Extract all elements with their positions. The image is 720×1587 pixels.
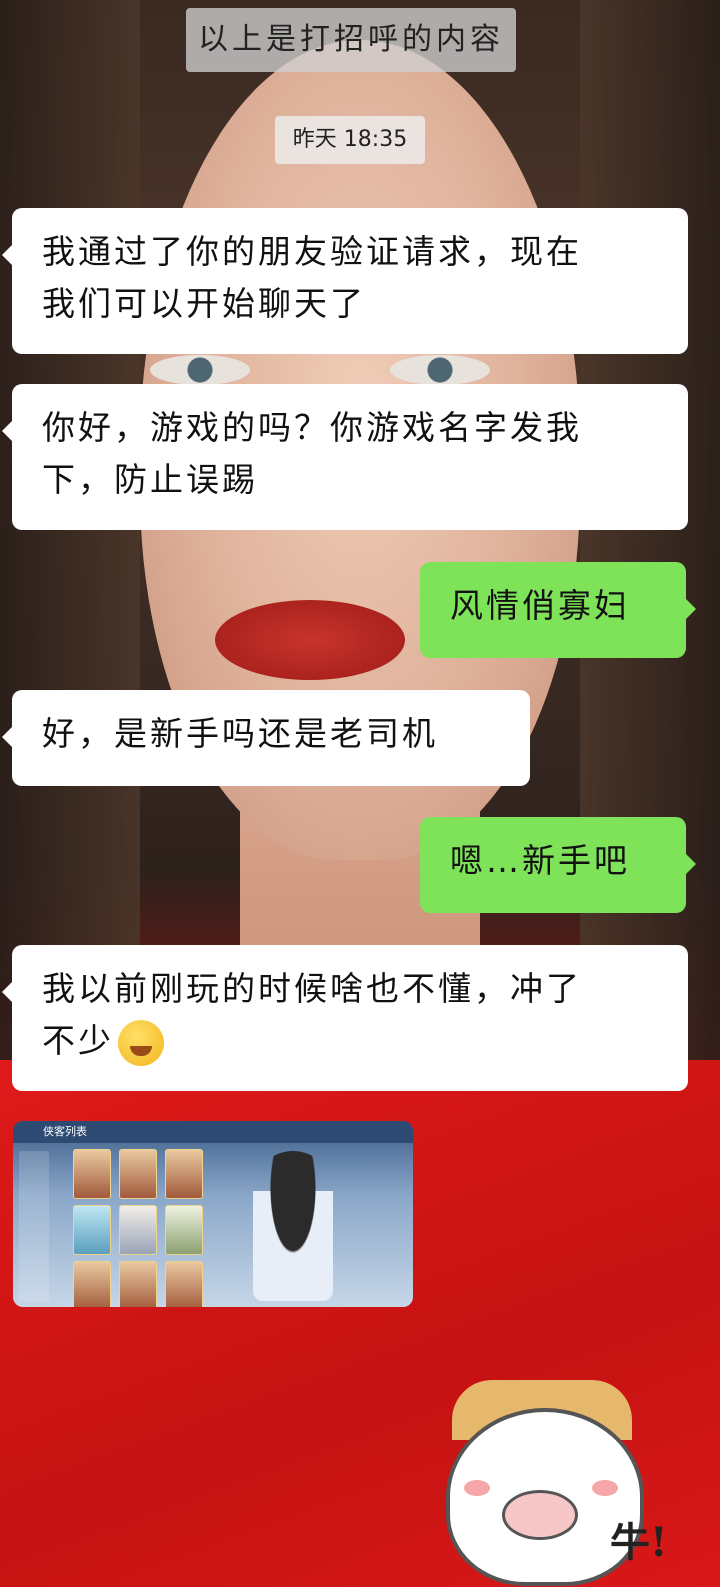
sticker-snout <box>502 1490 578 1540</box>
image-message-game-screenshot[interactable]: 侠客列表 <box>13 1121 413 1307</box>
game-heroine-figure <box>253 1151 333 1301</box>
game-side-menu <box>19 1151 49 1301</box>
character-card <box>73 1205 111 1255</box>
character-card <box>119 1261 157 1307</box>
sticker-text: 牛! <box>610 1519 668 1566</box>
message-line: 你好，游戏的吗？你游戏名字发我 <box>42 408 582 447</box>
character-card <box>165 1205 203 1255</box>
message-bubble-incoming[interactable]: 好，是新手吗还是老司机 <box>2 690 530 786</box>
message-bubble-incoming[interactable]: 你好，游戏的吗？你游戏名字发我 下，防止误踢 <box>2 384 688 530</box>
character-card <box>165 1149 203 1199</box>
timestamp: 昨天 18:35 <box>275 116 425 164</box>
system-notice: 以上是打招呼的内容 <box>186 8 516 72</box>
message-line: 风情俏寡妇 <box>450 586 630 625</box>
game-title-text: 侠客列表 <box>43 1125 87 1138</box>
message-bubble-outgoing[interactable]: 嗯…新手吧 <box>420 817 696 913</box>
message-line: 好，是新手吗还是老司机 <box>42 714 438 753</box>
message-text: 不少 <box>42 1021 114 1060</box>
character-card <box>119 1149 157 1199</box>
message-line: 嗯…新手吧 <box>450 841 630 880</box>
message-bubble-outgoing[interactable]: 风情俏寡妇 <box>420 562 696 658</box>
message-line: 下，防止误踢 <box>42 460 258 499</box>
game-top-bar: 侠客列表 <box>13 1121 413 1143</box>
message-line: 我以前刚玩的时候啥也不懂，冲了 <box>42 969 582 1008</box>
message-line: 我们可以开始聊天了 <box>42 284 366 323</box>
sticker-message[interactable]: 牛! <box>432 1370 682 1586</box>
message-bubble-incoming[interactable]: 我通过了你的朋友验证请求，现在 我们可以开始聊天了 <box>2 208 688 354</box>
character-card <box>165 1261 203 1307</box>
message-bubble-incoming[interactable]: 我以前刚玩的时候啥也不懂，冲了 不少 <box>2 945 688 1091</box>
message-line: 不少 <box>42 1015 658 1067</box>
message-line: 我通过了你的朋友验证请求，现在 <box>42 232 582 271</box>
character-card <box>73 1149 111 1199</box>
character-card <box>119 1205 157 1255</box>
crying-laughing-emoji-icon <box>118 1019 164 1066</box>
character-card <box>73 1261 111 1307</box>
